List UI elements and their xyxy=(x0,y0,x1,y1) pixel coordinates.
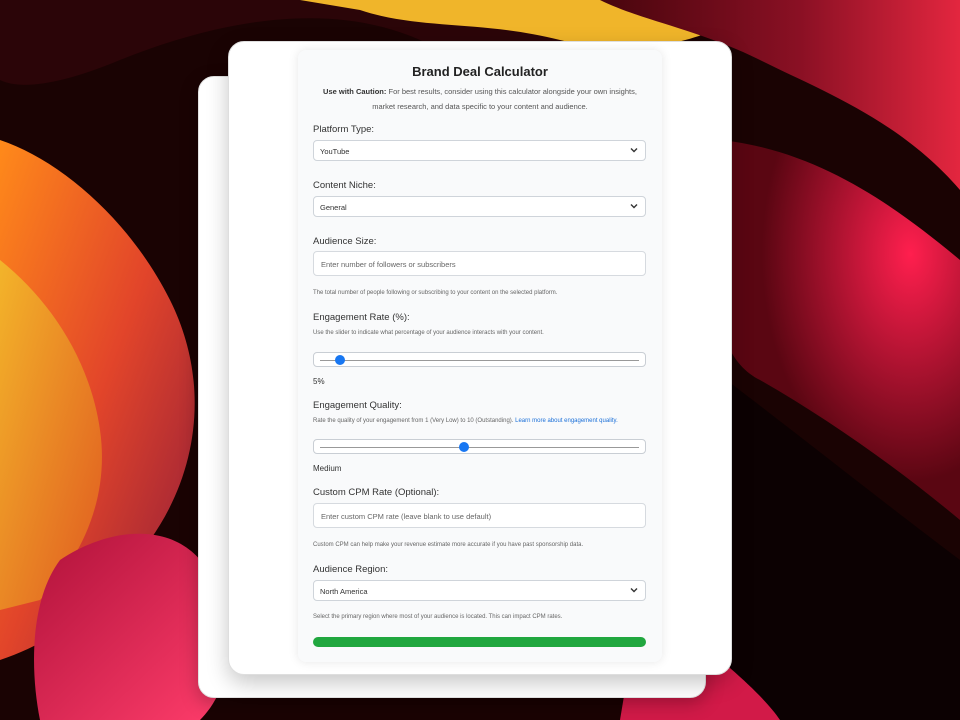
chevron-down-icon xyxy=(630,588,638,593)
caution-note: Use with Caution: For best results, cons… xyxy=(314,84,646,114)
calculator-panel: Brand Deal Calculator Use with Caution: … xyxy=(298,50,662,662)
engagement-quality-help-text: Rate the quality of your engagement from… xyxy=(313,418,514,424)
engagement-rate-help: Use the slider to indicate what percenta… xyxy=(313,330,544,336)
chevron-down-icon xyxy=(630,148,638,153)
region-help: Select the primary region where most of … xyxy=(313,614,563,620)
audience-size-help: The total number of people following or … xyxy=(313,290,558,296)
caution-label: Use with Caution: xyxy=(323,87,387,96)
engagement-quality-value: Medium xyxy=(313,464,342,473)
engagement-quality-help: Rate the quality of your engagement from… xyxy=(313,418,653,424)
platform-select-value: YouTube xyxy=(320,147,350,156)
engagement-rate-label: Engagement Rate (%): xyxy=(313,312,410,323)
engagement-rate-slider[interactable] xyxy=(313,352,646,367)
slider-thumb[interactable] xyxy=(335,355,346,365)
audience-size-input[interactable]: Enter number of followers or subscribers xyxy=(313,251,646,276)
calculate-button[interactable] xyxy=(313,637,646,647)
engagement-rate-value: 5% xyxy=(313,377,325,386)
niche-select-value: General xyxy=(320,203,347,212)
platform-select[interactable]: YouTube xyxy=(313,140,646,161)
slider-track xyxy=(320,360,639,361)
slider-track xyxy=(320,447,639,448)
niche-label: Content Niche: xyxy=(313,180,376,191)
audience-size-label: Audience Size: xyxy=(313,236,377,247)
engagement-quality-slider[interactable] xyxy=(313,439,646,454)
region-select-value: North America xyxy=(320,587,368,596)
region-label: Audience Region: xyxy=(313,564,388,575)
engagement-quality-link[interactable]: Learn more about engagement quality. xyxy=(515,418,618,424)
caution-text: For best results, consider using this ca… xyxy=(372,87,637,111)
page-title: Brand Deal Calculator xyxy=(412,64,548,79)
platform-label: Platform Type: xyxy=(313,124,375,135)
niche-select[interactable]: General xyxy=(313,196,646,217)
engagement-quality-label: Engagement Quality: xyxy=(313,400,402,411)
slider-thumb[interactable] xyxy=(458,442,469,452)
custom-cpm-input[interactable]: Enter custom CPM rate (leave blank to us… xyxy=(313,503,646,528)
chevron-down-icon xyxy=(630,204,638,209)
region-select[interactable]: North America xyxy=(313,580,646,601)
custom-cpm-label: Custom CPM Rate (Optional): xyxy=(313,487,440,498)
custom-cpm-help: Custom CPM can help make your revenue es… xyxy=(313,542,584,548)
